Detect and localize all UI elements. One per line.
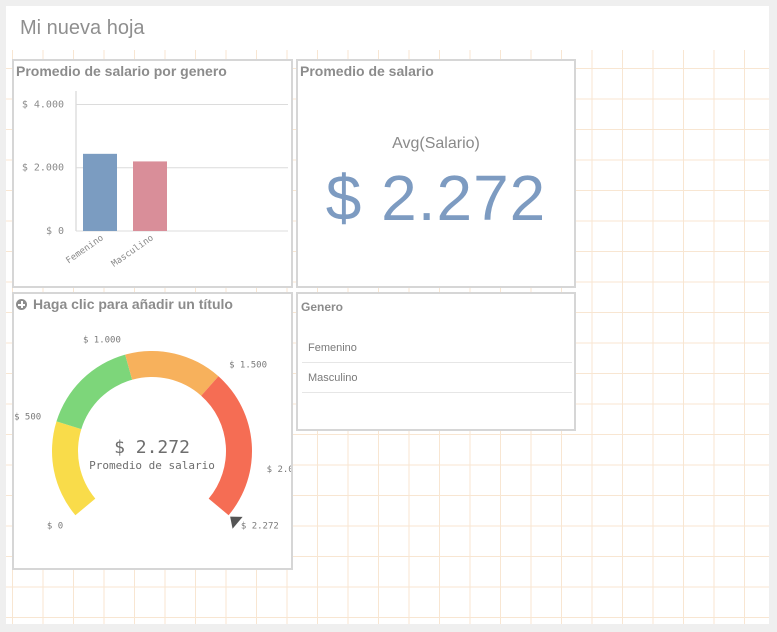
add-title-icon[interactable]: [16, 299, 27, 310]
sheet-title[interactable]: Mi nueva hoja: [20, 17, 145, 40]
bar-chart[interactable]: $ 0 $ 2.000 $ 4.000 Femenino Masculino: [14, 81, 291, 286]
sheet-title-bar: Mi nueva hoja: [6, 6, 769, 50]
filter-item-label: Femenino: [308, 342, 357, 354]
x-tick-label: Masculino: [110, 233, 156, 269]
y-tick-label: $ 4.000: [22, 99, 64, 110]
gauge-tick-label: $ 0: [47, 522, 63, 532]
gauge-chart[interactable]: $ 0 $ 500 $ 1.000 $ 1.500 $ 2.0... $ 2.272 $ 2…: [14, 316, 291, 566]
filter-item-label: Masculino: [308, 372, 358, 384]
gauge-measure-label: Promedio de salario: [89, 459, 215, 472]
filter-item-femenino[interactable]: Femenino: [302, 334, 572, 363]
filter-item-masculino[interactable]: Masculino: [302, 364, 572, 393]
gauge-title[interactable]: Haga clic para añadir un título: [33, 296, 233, 312]
y-tick-label: $ 2.000: [22, 163, 64, 174]
kpi-title: Promedio de salario: [300, 63, 434, 79]
kpi-measure-label: Avg(Salario): [392, 135, 480, 152]
bar-chart-tile[interactable]: Promedio de salario por genero $ 0 $ 2.00…: [12, 59, 293, 288]
y-tick-label: $ 0: [46, 226, 64, 237]
gauge-segment: [56, 354, 133, 430]
gauge-value: $ 2.272: [114, 437, 190, 458]
gauge-segment: [125, 351, 219, 396]
filter-pane-tile[interactable]: Genero Femenino Masculino: [296, 292, 576, 431]
gauge-segment: [201, 376, 252, 516]
gauge-tick-label: $ 1.000: [83, 335, 121, 345]
filter-title: Genero: [301, 300, 344, 314]
kpi-value: $ 2.272: [325, 162, 547, 234]
gauge-tick-label: $ 2.0...: [267, 465, 291, 475]
gauge-tick-label: $ 2.272: [241, 522, 279, 532]
bar: [83, 153, 117, 231]
sheet-canvas: Mi nueva hoja Promedio de salario por ge…: [6, 6, 769, 624]
bar-chart-title: Promedio de salario por genero: [16, 63, 227, 79]
gauge-tick-label: $ 500: [14, 413, 41, 423]
bar: [133, 161, 167, 231]
gauge-tile[interactable]: Haga clic para añadir un título $ 0 $ 500…: [12, 292, 293, 570]
kpi-tile[interactable]: Promedio de salario Avg(Salario) $ 2.272: [296, 59, 576, 288]
x-tick-label: Femenino: [64, 233, 105, 266]
gauge-tick-label: $ 1.500: [229, 360, 267, 370]
